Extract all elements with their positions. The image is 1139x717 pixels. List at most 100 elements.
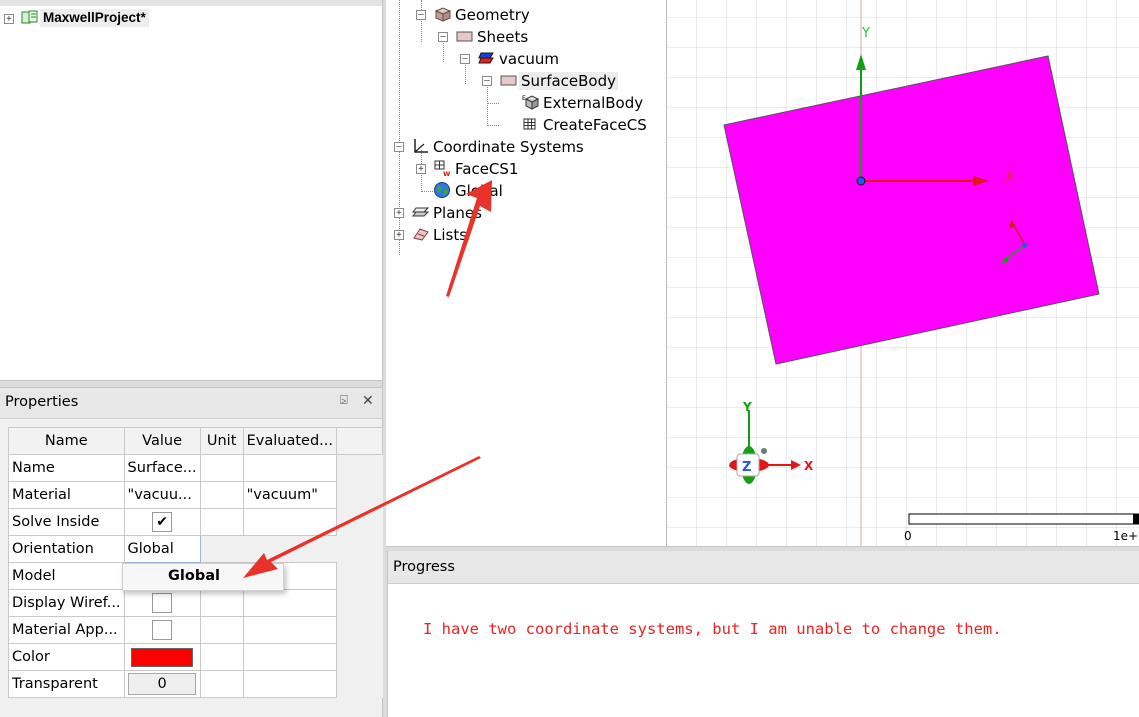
property-evaluated: [242, 508, 338, 536]
table-filler: [336, 616, 383, 644]
svg-text:w: w: [443, 169, 451, 178]
property-row-name[interactable]: Name Surface...: [8, 454, 383, 482]
orientation-select[interactable]: Global: [123, 535, 201, 563]
property-value[interactable]: 0: [123, 670, 201, 698]
planes-expand-toggle[interactable]: +: [394, 208, 404, 218]
table-filler: [243, 535, 337, 563]
column-header-evaluated[interactable]: Evaluated...: [242, 427, 338, 455]
x-axis-label: X: [1005, 169, 1015, 185]
property-value[interactable]: ✔: [123, 508, 201, 536]
property-unit: [199, 589, 244, 617]
table-filler: [336, 535, 383, 563]
property-evaluated: "vacuum": [242, 481, 338, 509]
property-row-material-appearance[interactable]: Material App...: [8, 616, 383, 644]
tree-item-surfacebody[interactable]: SurfaceBody: [519, 72, 619, 90]
property-row-color[interactable]: Color: [8, 643, 383, 671]
column-header-name[interactable]: Name: [8, 427, 125, 455]
tree-item-lists[interactable]: Lists: [433, 226, 467, 244]
planes-icon: [412, 207, 430, 217]
material-appearance-checkbox[interactable]: [152, 620, 173, 640]
triad-z-label: Z: [742, 460, 751, 475]
display-wireframe-checkbox[interactable]: [152, 593, 173, 613]
create-face-cs-icon: [523, 118, 536, 130]
triad-x-label: X: [804, 459, 814, 473]
tree-item-global[interactable]: Global: [455, 182, 503, 200]
lists-expand-toggle[interactable]: +: [394, 230, 404, 240]
table-filler: [200, 535, 244, 563]
project-expand-toggle[interactable]: +: [4, 14, 14, 24]
geometry-collapse-toggle[interactable]: –: [416, 10, 426, 20]
property-name: Display Wiref...: [8, 589, 125, 617]
scale-start-label: 0: [904, 529, 912, 543]
triad-y-label: Y: [742, 400, 752, 414]
geometry-icon: [434, 7, 452, 22]
surfacebody-collapse-toggle[interactable]: –: [482, 76, 492, 86]
property-value[interactable]: Surface...: [123, 454, 201, 482]
orientation-dropdown: Global: [122, 563, 284, 591]
transparent-value-box[interactable]: 0: [128, 673, 197, 695]
origin-dot: [856, 176, 866, 186]
progress-body: I have two coordinate systems, but I am …: [388, 584, 1139, 717]
property-row-orientation[interactable]: Orientation Global: [8, 535, 383, 563]
property-value[interactable]: [123, 616, 201, 644]
material-icon: [478, 52, 494, 64]
property-name: Color: [8, 643, 125, 671]
pin-icon[interactable]: ⍄: [340, 393, 348, 408]
property-value[interactable]: [123, 643, 201, 671]
property-value[interactable]: "vacuu...: [123, 481, 201, 509]
property-unit: [199, 670, 244, 698]
properties-splitter[interactable]: [0, 380, 382, 388]
close-icon[interactable]: ✕: [362, 393, 374, 409]
solve-inside-checkbox[interactable]: ✔: [152, 512, 173, 532]
maxwell-project-icon: [21, 10, 38, 24]
property-row-solve-inside[interactable]: Solve Inside ✔: [8, 508, 383, 536]
properties-header: Properties ⍄ ✕: [0, 388, 382, 419]
y-axis-label: Y: [861, 26, 870, 41]
scale-end-label: 1e+0: [1113, 529, 1139, 543]
dropdown-option-global[interactable]: Global: [168, 568, 220, 584]
face-cs-origin: [1022, 242, 1028, 248]
lists-icon: [413, 228, 429, 241]
tree-item-createfacecs[interactable]: CreateFaceCS: [543, 116, 647, 134]
property-value[interactable]: [123, 589, 201, 617]
tree-item-sheets[interactable]: Sheets: [477, 28, 528, 46]
property-evaluated: [242, 454, 338, 482]
table-filler: [336, 508, 383, 536]
column-header-unit[interactable]: Unit: [199, 427, 244, 455]
viewport-canvas[interactable]: Y X Y X Z 0 1e+0: [667, 0, 1139, 548]
property-row-transparent[interactable]: Transparent 0: [8, 670, 383, 698]
facecs1-expand-toggle[interactable]: +: [416, 164, 426, 174]
property-row-display-wireframe[interactable]: Display Wiref...: [8, 589, 383, 617]
property-evaluated: [242, 670, 338, 698]
property-name: Solve Inside: [8, 508, 125, 536]
properties-title: Properties: [5, 394, 79, 410]
tree-item-externalbody[interactable]: ExternalBody: [543, 94, 643, 112]
property-unit: [199, 616, 244, 644]
property-name: Name: [8, 454, 125, 482]
tree-item-planes[interactable]: Planes: [433, 204, 482, 222]
tree-item-facecs1[interactable]: FaceCS1: [455, 160, 518, 178]
tree-item-vacuum[interactable]: vacuum: [499, 50, 559, 68]
tree-item-coordinate-systems[interactable]: Coordinate Systems: [433, 138, 584, 156]
table-filler: [336, 454, 383, 482]
property-evaluated: [242, 589, 338, 617]
triad-handle[interactable]: [761, 448, 767, 454]
color-swatch[interactable]: [131, 647, 194, 667]
sheets-icon: [456, 31, 473, 42]
table-filler: [336, 562, 383, 590]
annotation-text: I have two coordinate systems, but I am …: [423, 620, 1002, 638]
surface-body-icon: [500, 75, 517, 86]
tree-item-geometry[interactable]: Geometry: [455, 6, 530, 24]
column-header-value[interactable]: Value: [123, 427, 201, 455]
project-name[interactable]: MaxwellProject*: [40, 9, 149, 27]
modeler-viewport[interactable]: Y X Y X Z 0 1e+0: [666, 0, 1139, 548]
vacuum-collapse-toggle[interactable]: –: [460, 54, 470, 64]
project-pane-title-strip: [0, 0, 382, 6]
property-row-material[interactable]: Material "vacuu... "vacuum": [8, 481, 383, 509]
scale-bar: [908, 513, 1139, 525]
sheets-collapse-toggle[interactable]: –: [438, 32, 448, 42]
property-name: Transparent: [8, 670, 125, 698]
properties-header-row: Name Value Unit Evaluated...: [8, 427, 383, 455]
coordinate-systems-collapse-toggle[interactable]: –: [394, 142, 404, 152]
svg-text:E: E: [522, 95, 526, 102]
